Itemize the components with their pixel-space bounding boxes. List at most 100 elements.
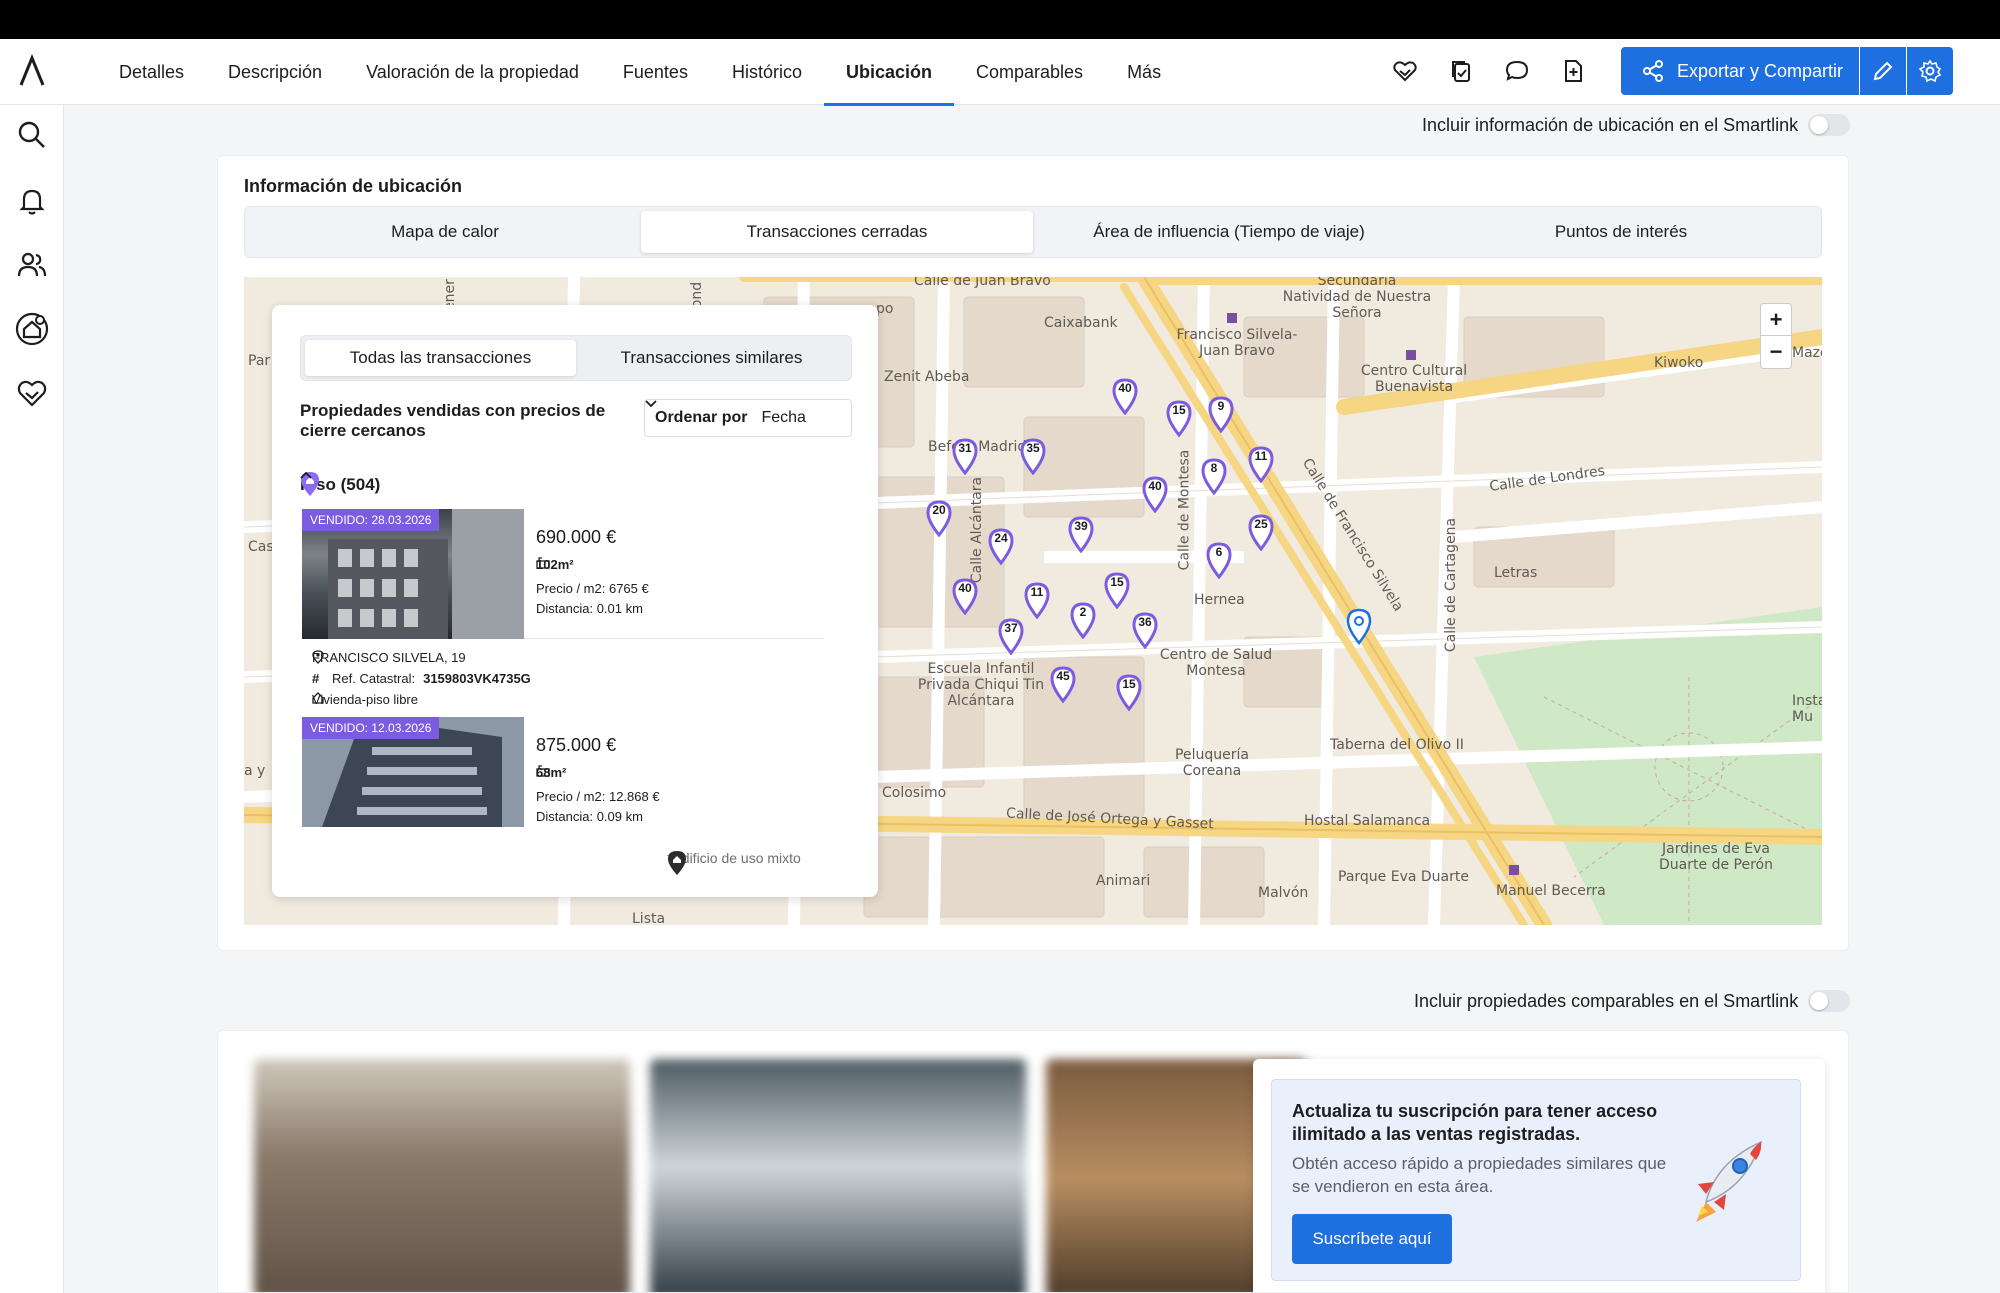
transaction-map-pin-label: 9 xyxy=(1217,399,1225,413)
sort-dropdown[interactable]: Ordenar por Fecha xyxy=(644,399,852,437)
transaction-map-pin[interactable]: 37 xyxy=(996,617,1026,655)
map-label-parque-eva-duarte: Parque Eva Duarte xyxy=(1338,869,1469,885)
listing-card[interactable]: VENDIDO: 28.03.2026 690.000 € 102m² Prec… xyxy=(302,509,824,639)
tab-ubicacion[interactable]: Ubicación xyxy=(823,39,955,106)
listing-ref-label: Ref. Catastral: xyxy=(332,671,416,686)
transaction-map-pin[interactable]: 11 xyxy=(1246,445,1276,483)
subject-property-marker[interactable] xyxy=(1344,607,1374,645)
comparables-smartlink-label: Incluir propiedades comparables en el Sm… xyxy=(1414,990,1799,1011)
transaction-map-pin[interactable]: 9 xyxy=(1206,395,1236,433)
listing-address: FRANCISCO SILVELA, 19 xyxy=(312,650,466,665)
share-icon xyxy=(1643,60,1663,82)
home-search-icon[interactable] xyxy=(14,311,50,347)
hash-icon: # xyxy=(312,671,320,686)
transaction-map-pin[interactable]: 39 xyxy=(1066,515,1096,553)
tab-descripcion[interactable]: Descripción xyxy=(206,39,344,105)
transaction-map-pin[interactable]: 15 xyxy=(1164,399,1194,437)
map-label-cas: Cas xyxy=(248,539,274,555)
transaction-map-pin[interactable]: 25 xyxy=(1246,513,1276,551)
tab-comparables[interactable]: Comparables xyxy=(954,39,1105,105)
handshake-icon[interactable] xyxy=(14,375,50,411)
location-title: Información de ubicación xyxy=(244,176,463,196)
promo-description: Obtén acceso rápido a propiedades simila… xyxy=(1292,1154,1667,1196)
map-label-manuel-becerra: Manuel Becerra xyxy=(1496,883,1606,899)
transaction-map-pin[interactable]: 40 xyxy=(1110,377,1140,415)
blurred-comparable-card xyxy=(254,1059,630,1292)
home-icon xyxy=(312,692,324,704)
bell-icon[interactable] xyxy=(14,183,50,219)
transactions-panel: Todas las transacciones Transacciones si… xyxy=(272,305,878,897)
transaction-map-pin[interactable]: 11 xyxy=(1022,581,1052,619)
mixed-use-pin-icon xyxy=(668,851,686,875)
map-label-calle-alcantara: Calle Alcántara xyxy=(969,476,986,584)
comparables-smartlink-toggle[interactable] xyxy=(1808,990,1851,1012)
transaction-map-pin[interactable]: 36 xyxy=(1130,611,1160,649)
transaction-map-pin[interactable]: 15 xyxy=(1114,673,1144,711)
zoom-out-button[interactable]: − xyxy=(1761,336,1791,368)
listing-card[interactable]: VENDIDO: 12.03.2026 875.000 € 68m² Preci… xyxy=(302,717,822,827)
chat-icon[interactable] xyxy=(1502,56,1532,86)
transaction-map-pin[interactable]: 31 xyxy=(950,437,980,475)
logo-icon xyxy=(19,54,45,86)
upgrade-promo: Actualiza tu suscripción para tener acce… xyxy=(1253,1059,1825,1292)
location-tabs: Mapa de calor Transacciones cerradas Áre… xyxy=(244,206,1822,258)
tab-transacciones-cerradas[interactable]: Transacciones cerradas xyxy=(641,211,1033,253)
zoom-in-button[interactable]: + xyxy=(1761,304,1791,336)
map-label-kiwoko: Kiwoko xyxy=(1654,355,1704,371)
edit-button[interactable] xyxy=(1860,47,1906,95)
transaction-map-pin[interactable]: 24 xyxy=(986,527,1016,565)
transaction-map-pin[interactable]: 2 xyxy=(1068,601,1098,639)
transaction-map-pin[interactable]: 45 xyxy=(1048,665,1078,703)
tab-mapa-de-calor[interactable]: Mapa de calor xyxy=(249,211,641,253)
map-label-calle-cartagena: Calle de Cartagena xyxy=(1443,517,1460,653)
transaction-map-pin-label: 40 xyxy=(1118,381,1132,395)
map-label-colosimo: Colosimo xyxy=(882,785,947,801)
subscribe-button[interactable]: Suscríbete aquí xyxy=(1292,1214,1452,1264)
add-file-icon[interactable] xyxy=(1558,56,1588,86)
sidebar xyxy=(0,105,64,1293)
map-zoom-controls: + − xyxy=(1760,303,1792,369)
tab-todas-transacciones[interactable]: Todas las transacciones xyxy=(305,340,576,376)
tab-historico[interactable]: Histórico xyxy=(710,39,824,105)
transaction-map-pin[interactable]: 15 xyxy=(1102,571,1132,609)
tab-detalles[interactable]: Detalles xyxy=(97,39,206,105)
map-label-hernea: Hernea xyxy=(1194,592,1245,608)
transaction-map-pin-label: 35 xyxy=(1026,441,1040,455)
settings-button[interactable] xyxy=(1907,47,1953,95)
sold-badge: VENDIDO: 12.03.2026 xyxy=(302,717,440,739)
location-map[interactable]: Calle de Juan Bravo Secundaria Natividad… xyxy=(244,277,1822,925)
tab-area-de-influencia[interactable]: Área de influencia (Tiempo de viaje) xyxy=(1033,211,1425,253)
tab-fuentes[interactable]: Fuentes xyxy=(601,39,710,105)
comparables-card: Actualiza tu suscripción para tener acce… xyxy=(217,1030,1849,1293)
transaction-map-pin[interactable]: 35 xyxy=(1018,437,1048,475)
transaction-map-pin[interactable]: 20 xyxy=(924,499,954,537)
transaction-map-pin[interactable]: 40 xyxy=(1140,475,1170,513)
location-smartlink-toggle-row: Incluir información de ubicación en el S… xyxy=(1422,114,1851,136)
transaction-map-pin[interactable]: 8 xyxy=(1199,457,1229,495)
export-share-label: Exportar y Compartir xyxy=(1677,60,1844,81)
transaction-map-pin[interactable]: 6 xyxy=(1204,541,1234,579)
transaction-map-pin-label: 25 xyxy=(1254,517,1268,531)
promo-title: Actualiza tu suscripción para tener acce… xyxy=(1292,1101,1658,1144)
map-label-par: Par xyxy=(248,353,271,369)
mixed-use-label: *Edificio de uso mixto xyxy=(667,850,801,866)
tab-mas[interactable]: Más xyxy=(1105,39,1183,105)
transaction-map-pin-label: 11 xyxy=(1254,449,1268,463)
documents-check-icon[interactable] xyxy=(1446,56,1476,86)
tab-puntos-de-interes[interactable]: Puntos de interés xyxy=(1425,211,1817,253)
chevron-down-icon xyxy=(645,400,657,408)
export-share-button[interactable]: Exportar y Compartir xyxy=(1621,47,1859,95)
listing-price: 690.000 € xyxy=(536,527,617,547)
tab-valoracion[interactable]: Valoración de la propiedad xyxy=(344,39,601,105)
sort-label: Ordenar por xyxy=(655,409,748,426)
transaction-map-pin-label: 2 xyxy=(1079,605,1087,619)
map-label-lista: Lista xyxy=(632,911,666,925)
transaction-map-pin-label: 40 xyxy=(1148,479,1162,493)
transaction-map-pin[interactable]: 40 xyxy=(950,577,980,615)
users-icon[interactable] xyxy=(14,247,50,283)
location-smartlink-toggle[interactable] xyxy=(1808,114,1851,136)
search-icon[interactable] xyxy=(14,117,50,153)
tab-transacciones-similares[interactable]: Transacciones similares xyxy=(576,340,847,376)
property-group-toggle[interactable]: Piso (504) xyxy=(300,471,852,499)
handshake-icon[interactable] xyxy=(1390,56,1420,86)
